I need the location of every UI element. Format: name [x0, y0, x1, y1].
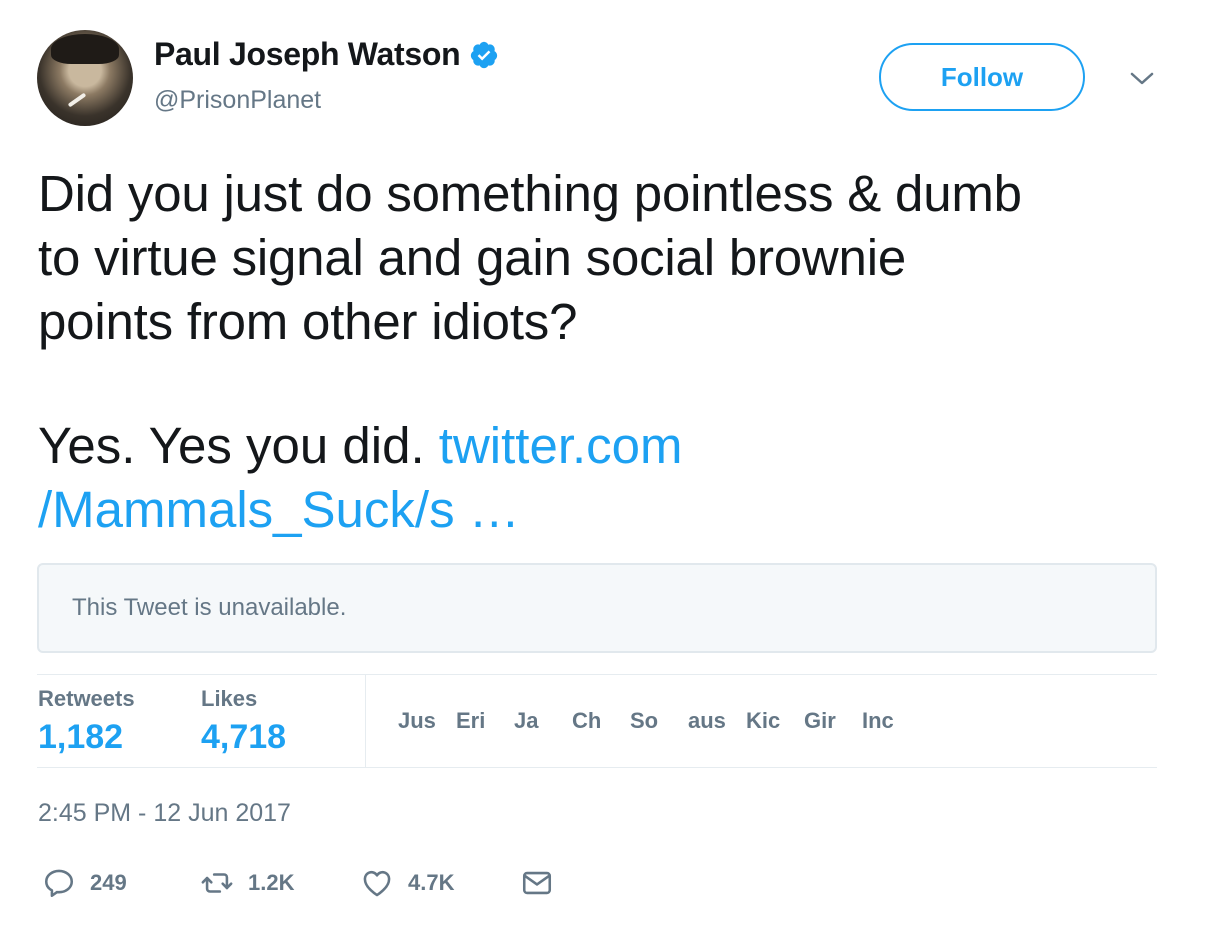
tweet-answer-block: Yes. Yes you did. twitter.com /Mammals_S…: [38, 414, 1168, 542]
likes-label: Likes: [201, 686, 258, 711]
stats-vertical-divider: [365, 675, 366, 767]
envelope-icon: [522, 871, 552, 895]
retweets-count: 1,182: [38, 718, 124, 756]
retweet-count: 1.2K: [248, 870, 295, 895]
chevron-down-icon[interactable]: [1128, 64, 1156, 92]
author-name-row[interactable]: Paul Joseph Watson: [154, 36, 499, 73]
unavailable-notice: This Tweet is unavailable.: [72, 594, 347, 621]
liker-avatar[interactable]: aus: [688, 708, 746, 734]
reply-icon: [44, 869, 74, 898]
follow-button[interactable]: Follow: [879, 43, 1085, 111]
liker-avatar[interactable]: Jus: [398, 708, 456, 734]
stats-top-divider: [37, 674, 1157, 675]
author-avatar[interactable]: [37, 30, 133, 126]
quoted-tweet-unavailable: This Tweet is unavailable.: [37, 563, 1157, 653]
retweets-stat[interactable]: Retweets 1,182: [38, 686, 135, 757]
likes-count: 4,718: [201, 718, 287, 756]
direct-message-button[interactable]: [520, 866, 568, 900]
likes-stat[interactable]: Likes 4,718: [201, 686, 286, 757]
tweet-text: Did you just do something pointless & du…: [38, 162, 1168, 354]
tweet-line: to virtue signal and gain social brownie: [38, 229, 907, 286]
tweet-timestamp[interactable]: 2:45 PM - 12 Jun 2017: [38, 799, 291, 828]
reply-count: 249: [90, 870, 127, 895]
liker-avatar[interactable]: So: [630, 708, 688, 734]
heart-icon: [363, 870, 391, 897]
tweet-answer: Yes. Yes you did.: [38, 417, 425, 474]
liker-avatar[interactable]: Eri: [456, 708, 514, 734]
stats-bottom-divider: [37, 767, 1157, 768]
verified-badge-icon: [471, 41, 498, 68]
avatar-hair: [51, 34, 119, 64]
avatar-cigarette: [67, 92, 87, 108]
tweet-line: Did you just do something pointless & du…: [38, 165, 1022, 222]
liker-avatar[interactable]: Ja: [514, 708, 572, 734]
retweet-button[interactable]: 1.2K: [200, 866, 294, 900]
liker-avatar[interactable]: Ch: [572, 708, 630, 734]
like-count: 4.7K: [408, 870, 455, 895]
retweet-icon: [201, 873, 233, 893]
like-button[interactable]: 4.7K: [360, 866, 454, 900]
author-handle[interactable]: @PrisonPlanet: [154, 86, 321, 115]
tweet-link-part2[interactable]: /Mammals_Suck/s …: [38, 481, 520, 538]
liker-avatar[interactable]: Inc: [862, 708, 920, 734]
reply-button[interactable]: 249: [42, 866, 127, 900]
author-name[interactable]: Paul Joseph Watson: [154, 36, 461, 73]
liker-avatar[interactable]: Gir: [804, 708, 862, 734]
likers-list: Jus Eri Ja Ch So aus Kic Gir Inc: [398, 708, 920, 734]
retweets-label: Retweets: [38, 686, 135, 711]
liker-avatar[interactable]: Kic: [746, 708, 804, 734]
tweet-line: points from other idiots?: [38, 293, 578, 350]
tweet-link-part1[interactable]: twitter.com: [439, 417, 683, 474]
